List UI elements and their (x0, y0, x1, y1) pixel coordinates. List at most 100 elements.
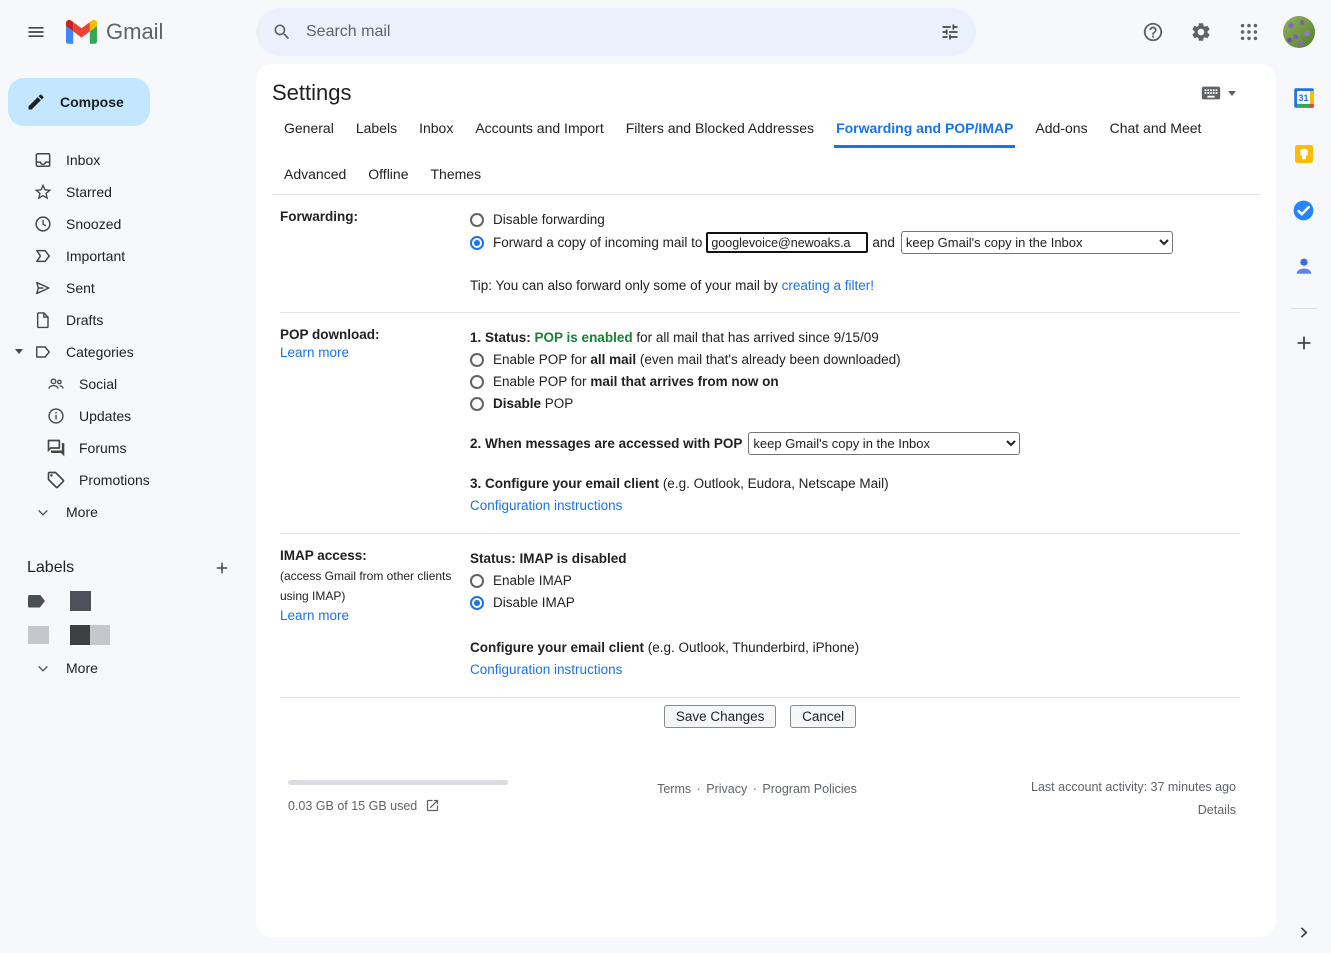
pop-status-detail: for all mail that has arrived since 9/15… (636, 328, 878, 348)
compose-label: Compose (60, 94, 124, 110)
imap-access-sublabel: (access Gmail from other clients using I… (280, 566, 460, 606)
tab-accounts-and-import[interactable]: Accounts and Import (473, 116, 605, 148)
compose-button[interactable]: Compose (8, 78, 150, 126)
user-label-row[interactable] (0, 618, 256, 652)
forward-copy-radio[interactable] (470, 236, 484, 250)
chevron-right-icon (1295, 924, 1312, 941)
disable-imap-radio[interactable] (470, 596, 484, 610)
privacy-link[interactable]: Privacy (706, 782, 747, 796)
last-account-activity-text: Last account activity: 37 minutes ago (986, 780, 1236, 794)
expand-arrow-icon[interactable] (15, 349, 23, 354)
tab-labels[interactable]: Labels (354, 116, 399, 148)
brand-text: Gmail (106, 19, 163, 45)
important-icon (33, 246, 53, 266)
categories-tag-icon (33, 342, 53, 362)
program-policies-link[interactable]: Program Policies (762, 782, 856, 796)
search-input[interactable] (302, 23, 930, 41)
create-label-button[interactable] (210, 556, 234, 580)
tasks-button[interactable] (1284, 190, 1324, 230)
pop-action-select[interactable]: keep Gmail's copy in the Inbox (748, 432, 1020, 455)
forward-copy-text: Forward a copy of incoming mail to (493, 233, 702, 253)
account-avatar[interactable] (1283, 16, 1315, 48)
redacted-label-text (70, 625, 90, 645)
pop-learn-more-link[interactable]: Learn more (280, 345, 349, 360)
gmail-brand[interactable]: Gmail (66, 19, 163, 45)
pop-status-label: 1. Status: (470, 328, 531, 348)
tab-general[interactable]: General (282, 116, 336, 148)
terms-link[interactable]: Terms (657, 782, 691, 796)
tab-filters-and-blocked-addresses[interactable]: Filters and Blocked Addresses (624, 116, 816, 148)
settings-button[interactable] (1181, 12, 1221, 52)
imap-configuration-instructions-link[interactable]: Configuration instructions (470, 660, 622, 680)
imap-learn-more-link[interactable]: Learn more (280, 608, 349, 623)
disable-pop-radio[interactable] (470, 397, 484, 411)
add-addon-button[interactable] (1284, 323, 1324, 363)
hide-side-panel-button[interactable] (1276, 924, 1331, 941)
sidebar-item-inbox[interactable]: Inbox (0, 144, 256, 176)
sidebar-item-promotions[interactable]: Promotions (0, 464, 256, 496)
tab-inbox[interactable]: Inbox (417, 116, 455, 148)
forwarding-label: Forwarding: (280, 209, 358, 224)
sidebar-item-important[interactable]: Important (0, 240, 256, 272)
imap-configure-detail: (e.g. Outlook, Thunderbird, iPhone) (648, 638, 859, 658)
help-button[interactable] (1133, 12, 1173, 52)
google-apps-button[interactable] (1229, 12, 1269, 52)
forwarding-tip-text: Tip: You can also forward only some of y… (470, 278, 778, 293)
search-options-button[interactable] (930, 12, 970, 52)
sidebar-item-forums[interactable]: Forums (0, 432, 256, 464)
save-changes-button[interactable]: Save Changes (664, 705, 777, 728)
external-link-icon[interactable] (425, 798, 440, 813)
search-button[interactable] (262, 12, 302, 52)
sidebar-item-starred[interactable]: Starred (0, 176, 256, 208)
pencil-icon (26, 92, 46, 112)
enable-pop-all-mail-radio[interactable] (470, 353, 484, 367)
forward-action-select[interactable]: keep Gmail's copy in the Inbox (901, 231, 1173, 254)
search-icon (272, 22, 292, 42)
people-icon (46, 374, 66, 394)
gear-icon (1190, 21, 1212, 43)
topbar-left: Gmail (0, 8, 256, 56)
forwarding-section: Forwarding: Disable forwarding Forward a… (280, 195, 1240, 313)
tab-offline[interactable]: Offline (366, 162, 410, 194)
sidebar-item-drafts[interactable]: Drafts (0, 304, 256, 336)
user-label-row[interactable] (0, 584, 256, 618)
pop-configure-detail: (e.g. Outlook, Eudora, Netscape Mail) (663, 474, 889, 494)
sidebar-item-updates[interactable]: Updates (0, 400, 256, 432)
tab-add-ons[interactable]: Add-ons (1033, 116, 1089, 148)
tune-icon (940, 22, 960, 42)
calendar-button[interactable]: 31 (1284, 78, 1324, 118)
details-link[interactable]: Details (1198, 803, 1236, 817)
hamburger-menu-button[interactable] (12, 8, 60, 56)
disable-forwarding-radio[interactable] (470, 213, 484, 227)
enable-pop-from-now-on-radio[interactable] (470, 375, 484, 389)
dropdown-arrow-icon (1228, 91, 1236, 96)
sidebar-item-categories[interactable]: Categories (0, 336, 256, 368)
sidebar-item-sent[interactable]: Sent (0, 272, 256, 304)
clock-icon (33, 214, 53, 234)
keep-icon (1292, 142, 1316, 166)
tab-advanced[interactable]: Advanced (282, 162, 348, 194)
keyboard-icon (1200, 82, 1222, 104)
tab-chat-and-meet[interactable]: Chat and Meet (1108, 116, 1204, 148)
tab-themes[interactable]: Themes (429, 162, 484, 194)
draft-icon (33, 310, 53, 330)
input-method-selector[interactable] (1200, 82, 1236, 104)
enable-imap-radio[interactable] (470, 574, 484, 588)
label-tag-icon (28, 626, 49, 644)
sidebar-item-social[interactable]: Social (0, 368, 256, 400)
creating-a-filter-link[interactable]: creating a filter! (782, 278, 874, 293)
rail-divider (1291, 308, 1317, 309)
pop-configure-label: 3. Configure your email client (470, 474, 659, 494)
calendar-icon: 31 (1291, 85, 1317, 111)
cancel-button[interactable]: Cancel (790, 705, 856, 728)
pop-configuration-instructions-link[interactable]: Configuration instructions (470, 496, 622, 516)
tab-forwarding-and-pop-imap[interactable]: Forwarding and POP/IMAP (834, 116, 1015, 148)
topbar: Gmail (0, 0, 1331, 64)
contacts-button[interactable] (1284, 246, 1324, 286)
sidebar-item-snoozed[interactable]: Snoozed (0, 208, 256, 240)
sidebar-item-more[interactable]: More (0, 496, 256, 528)
inbox-icon (33, 150, 53, 170)
labels-more[interactable]: More (0, 652, 256, 684)
keep-button[interactable] (1284, 134, 1324, 174)
forward-address-input[interactable] (706, 232, 868, 253)
